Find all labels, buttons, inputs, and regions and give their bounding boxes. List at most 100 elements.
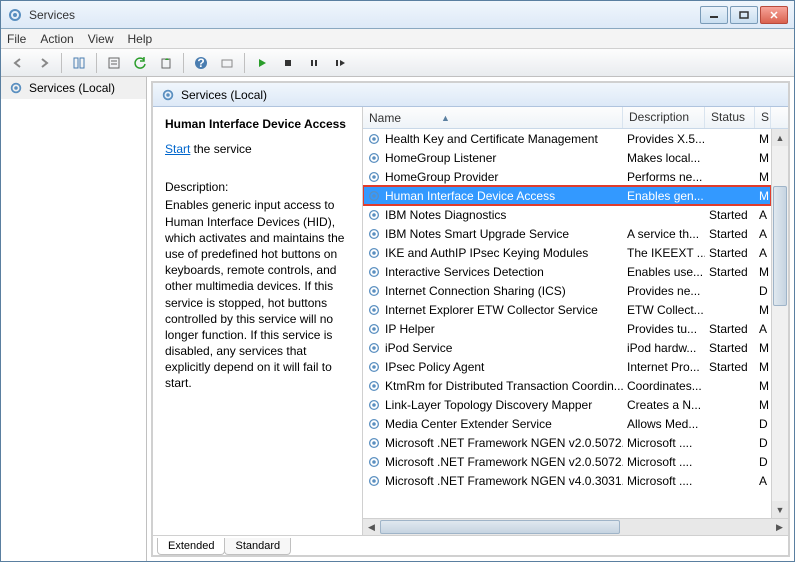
service-row[interactable]: iPod ServiceiPod hardw...StartedM [363, 338, 771, 357]
forward-button[interactable] [33, 52, 55, 74]
col-description[interactable]: Description [623, 107, 705, 128]
scroll-up-icon[interactable]: ▲ [772, 129, 788, 146]
horizontal-scrollbar[interactable]: ◀ ▶ [363, 518, 788, 535]
gear-icon [367, 208, 381, 222]
service-status: Started [705, 227, 755, 241]
back-button[interactable] [7, 52, 29, 74]
service-row[interactable]: Interactive Services DetectionEnables us… [363, 262, 771, 281]
maximize-button[interactable] [730, 6, 758, 24]
gear-icon [367, 246, 381, 260]
service-row[interactable]: Link-Layer Topology Discovery MapperCrea… [363, 395, 771, 414]
gear-icon [367, 132, 381, 146]
toolbar-icon[interactable] [216, 52, 238, 74]
service-name: IP Helper [385, 322, 435, 336]
service-row[interactable]: Media Center Extender ServiceAllows Med.… [363, 414, 771, 433]
properties-button[interactable] [103, 52, 125, 74]
menu-file[interactable]: File [7, 32, 26, 46]
service-row[interactable]: Health Key and Certificate Management Pro… [363, 129, 771, 148]
service-row[interactable]: HomeGroup Listener Makes local... M [363, 148, 771, 167]
service-startup: M [755, 170, 771, 184]
gear-icon [367, 265, 381, 279]
window-title: Services [29, 8, 700, 22]
show-hide-tree-button[interactable] [68, 52, 90, 74]
vertical-scrollbar[interactable]: ▲ ▼ [771, 129, 788, 518]
service-name: Health Key and Certificate Management [385, 132, 598, 146]
service-row[interactable]: Internet Connection Sharing (ICS)Provide… [363, 281, 771, 300]
service-startup: D [755, 455, 771, 469]
tab-extended[interactable]: Extended [157, 538, 225, 555]
col-status[interactable]: Status [705, 107, 755, 128]
vscroll-thumb[interactable] [773, 186, 787, 306]
service-name: KtmRm for Distributed Transaction Coordi… [385, 379, 623, 393]
service-row[interactable]: HomeGroup Provider Performs ne... M [363, 167, 771, 186]
gear-icon [367, 151, 381, 165]
tab-standard[interactable]: Standard [224, 538, 291, 555]
hscroll-thumb[interactable] [380, 520, 620, 534]
gear-icon [161, 88, 175, 102]
scroll-down-icon[interactable]: ▼ [772, 501, 788, 518]
service-row[interactable]: IBM Notes DiagnosticsStartedA [363, 205, 771, 224]
close-button[interactable] [760, 6, 788, 24]
service-rows: Health Key and Certificate Management Pro… [363, 129, 771, 518]
service-name: IKE and AuthIP IPsec Keying Modules [385, 246, 588, 260]
service-startup: M [755, 151, 771, 165]
menu-help[interactable]: Help [128, 32, 153, 46]
service-desc: Performs ne... [623, 170, 705, 184]
export-button[interactable] [155, 52, 177, 74]
gear-icon [367, 341, 381, 355]
stop-service-button[interactable] [277, 52, 299, 74]
scroll-left-icon[interactable]: ◀ [363, 519, 380, 536]
service-desc: Makes local... [623, 151, 705, 165]
app-icon [7, 7, 23, 23]
service-row[interactable]: Microsoft .NET Framework NGEN v2.0.5072.… [363, 452, 771, 471]
service-row[interactable]: IP HelperProvides tu...StartedA [363, 319, 771, 338]
service-row[interactable]: KtmRm for Distributed Transaction Coordi… [363, 376, 771, 395]
col-name[interactable]: Name▲ [363, 107, 623, 128]
scroll-right-icon[interactable]: ▶ [771, 519, 788, 536]
service-desc: Creates a N... [623, 398, 705, 412]
restart-service-button[interactable] [329, 52, 351, 74]
gear-icon [367, 170, 381, 184]
service-name: IPsec Policy Agent [385, 360, 484, 374]
service-startup: A [755, 246, 771, 260]
service-desc: Provides X.5... [623, 132, 705, 146]
start-service-button[interactable] [251, 52, 273, 74]
gear-icon [367, 227, 381, 241]
service-startup: D [755, 417, 771, 431]
service-name: HomeGroup Provider [385, 170, 498, 184]
start-service-link[interactable]: Start [165, 142, 190, 156]
menu-action[interactable]: Action [40, 32, 73, 46]
tree-node-services-local[interactable]: Services (Local) [1, 77, 146, 99]
refresh-button[interactable] [129, 52, 151, 74]
service-row[interactable]: IKE and AuthIP IPsec Keying ModulesThe I… [363, 243, 771, 262]
pause-service-button[interactable] [303, 52, 325, 74]
service-startup: A [755, 227, 771, 241]
service-startup: M [755, 360, 771, 374]
service-startup: A [755, 208, 771, 222]
right-pane: Services (Local) Human Interface Device … [151, 81, 790, 557]
help-button[interactable]: ? [190, 52, 212, 74]
service-row[interactable]: Microsoft .NET Framework NGEN v4.0.3031.… [363, 471, 771, 490]
menubar: File Action View Help [1, 29, 794, 49]
service-desc: Microsoft .... [623, 455, 705, 469]
menu-view[interactable]: View [88, 32, 114, 46]
service-startup: A [755, 322, 771, 336]
gear-icon [367, 436, 381, 450]
service-name: HomeGroup Listener [385, 151, 496, 165]
service-row[interactable]: Internet Explorer ETW Collector ServiceE… [363, 300, 771, 319]
service-row[interactable]: Human Interface Device AccessEnables gen… [363, 186, 771, 205]
minimize-button[interactable] [700, 6, 728, 24]
tree-pane: Services (Local) [1, 77, 147, 561]
service-row[interactable]: IBM Notes Smart Upgrade ServiceA service… [363, 224, 771, 243]
gear-icon [9, 81, 23, 95]
service-row[interactable]: IPsec Policy AgentInternet Pro...Started… [363, 357, 771, 376]
col-startup[interactable]: S [755, 107, 771, 128]
gear-icon [367, 360, 381, 374]
service-row[interactable]: Microsoft .NET Framework NGEN v2.0.5072.… [363, 433, 771, 452]
service-desc: Microsoft .... [623, 474, 705, 488]
service-desc: Provides tu... [623, 322, 705, 336]
svg-text:?: ? [197, 56, 204, 70]
service-startup: M [755, 303, 771, 317]
service-desc: A service th... [623, 227, 705, 241]
service-startup: M [755, 265, 771, 279]
